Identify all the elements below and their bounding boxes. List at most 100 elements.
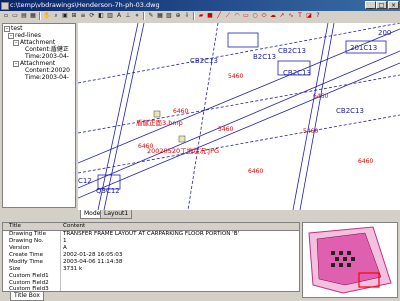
- measure-icon[interactable]: ⊥: [124, 12, 132, 20]
- table-row[interactable]: Modify Time 2003-04-06 11:14:38: [3, 259, 299, 266]
- dimension-label: 5460: [228, 73, 243, 80]
- markup-tree[interactable]: − test − red-lines − Attachment Content:盾健正…: [2, 23, 76, 208]
- row-key: Modify Time: [9, 259, 44, 265]
- row-value[interactable]: A: [63, 245, 67, 252]
- row-value[interactable]: 2002-01-28 16:05:03: [63, 252, 122, 259]
- beam-line: [78, 62, 400, 199]
- attachment-time[interactable]: Time:2003-04-: [25, 53, 69, 60]
- collapse-icon[interactable]: −: [8, 32, 14, 39]
- zoom-icon[interactable]: ⌕: [52, 12, 60, 20]
- zoom-window-icon[interactable]: ▣: [61, 12, 69, 20]
- tree-root-label: test: [11, 25, 23, 32]
- maximize-button[interactable]: □: [376, 1, 387, 9]
- markup-icon[interactable]: ✎: [147, 12, 155, 20]
- bottom-tabs: Title Box: [2, 292, 300, 301]
- properties-icon[interactable]: ▥: [106, 12, 114, 20]
- tab-layout1[interactable]: Layout1: [100, 210, 133, 219]
- grid-line: [187, 23, 219, 210]
- attachment-content[interactable]: Content:20020: [25, 67, 70, 74]
- attachment-label: Attachment: [20, 60, 56, 67]
- table-row[interactable]: Drawing Title TRANSFER FRAME LAYOUT AT C…: [3, 231, 299, 238]
- export-icon[interactable]: ⇩: [183, 12, 191, 20]
- attachment-label[interactable]: 盾健正面3.bmp: [136, 118, 183, 127]
- table-row[interactable]: Size 3731 k: [3, 266, 299, 273]
- open-folder-icon[interactable]: ▭: [11, 12, 19, 20]
- drawing-label: C12: [78, 177, 92, 185]
- attachment-marker[interactable]: 20020520工地状况.JPG: [147, 135, 219, 155]
- drawing-canvas[interactable]: CB2C13 B2C13 CB2C13 CB2C13 201C13 200 C1…: [78, 23, 400, 210]
- drawing-label: B2C13: [253, 53, 276, 61]
- tree-root[interactable]: − test: [4, 25, 23, 32]
- row-key: Size: [9, 266, 21, 272]
- new-file-icon[interactable]: ▫: [2, 12, 10, 20]
- drawing-thumbnail[interactable]: [302, 222, 398, 298]
- toolbar: ▫ ▭ ▤ ▦ ✋ ⌕ ▣ ⊞ ≡ ⟳ ◧ ▥ A ⊥ ⋄ ✎ ▦ ▧ ⊕ ⇩ …: [0, 11, 400, 21]
- row-value[interactable]: 2003-04-06 11:14:38: [63, 259, 122, 266]
- red-rectangle-icon[interactable]: ▭: [242, 12, 250, 20]
- cad-drawing[interactable]: CB2C13 B2C13 CB2C13 CB2C13 201C13 200 C1…: [78, 23, 400, 210]
- row-value[interactable]: 3731 k: [63, 266, 82, 273]
- minimize-button[interactable]: _: [365, 1, 376, 9]
- red-save-icon[interactable]: ■: [206, 12, 214, 20]
- red-line-icon[interactable]: ╱: [215, 12, 223, 20]
- red-arrow-icon[interactable]: ↗: [278, 12, 286, 20]
- collapse-icon[interactable]: −: [4, 25, 10, 32]
- drawing-label: 201C13: [350, 44, 377, 52]
- row-value[interactable]: 1: [63, 238, 67, 245]
- red-circle-icon[interactable]: ○: [251, 12, 259, 20]
- row-value[interactable]: TRANSFER FRAME LAYOUT AT CARPARKING FLOO…: [63, 231, 239, 238]
- attachment-icon[interactable]: [178, 135, 186, 143]
- red-arc-icon[interactable]: ◠: [233, 12, 241, 20]
- attachment-label[interactable]: 20020520工地状况.JPG: [147, 146, 219, 155]
- attachment-time[interactable]: Time:2003-04-: [25, 74, 69, 81]
- dimension-label: 6460: [358, 158, 373, 165]
- red-ellipse-icon[interactable]: ⬭: [260, 12, 268, 20]
- tree-attachment[interactable]: − Attachment: [13, 39, 55, 46]
- red-attachment-icon[interactable]: ◪: [305, 12, 313, 20]
- table-row[interactable]: Drawing No. 1: [3, 238, 299, 245]
- close-button[interactable]: ×: [388, 1, 399, 9]
- collapse-icon[interactable]: −: [13, 39, 19, 46]
- print-icon[interactable]: ▤: [20, 12, 28, 20]
- red-freehand-icon[interactable]: ∿: [287, 12, 295, 20]
- text-icon[interactable]: A: [115, 12, 123, 20]
- snap-icon[interactable]: ⋄: [133, 12, 141, 20]
- red-polyline-icon[interactable]: ⟋: [224, 12, 232, 20]
- table-row[interactable]: Version A: [3, 245, 299, 252]
- dimension-label: 6460: [248, 168, 263, 175]
- window-title: c:\temp\vbdrawings\Henderson-7h-ph-03.dw…: [10, 1, 160, 9]
- thumbnail-preview[interactable]: [303, 223, 397, 297]
- help-icon[interactable]: ?: [314, 12, 322, 20]
- red-text-icon[interactable]: T: [296, 12, 304, 20]
- tree-layer[interactable]: − red-lines: [8, 32, 41, 39]
- toggle-view-icon[interactable]: ◧: [97, 12, 105, 20]
- tree-attachment[interactable]: − Attachment: [13, 60, 55, 67]
- red-pen-icon[interactable]: ▰: [197, 12, 205, 20]
- grid-line: [78, 114, 400, 174]
- regen-icon[interactable]: ⟳: [88, 12, 96, 20]
- drawing-label: Q3C12: [96, 187, 120, 195]
- dimension-label: 6460: [313, 93, 328, 100]
- red-cloud-icon[interactable]: ☁: [269, 12, 277, 20]
- layout-icon[interactable]: ▧: [165, 12, 173, 20]
- title-bar: c:\temp\vbdrawings\Henderson-7h-ph-03.dw…: [0, 0, 400, 11]
- layers-icon[interactable]: ≡: [79, 12, 87, 20]
- row-key: Version: [9, 245, 30, 251]
- preview-icon[interactable]: ▦: [29, 12, 37, 20]
- zoom-extents-icon[interactable]: ⊞: [70, 12, 78, 20]
- attachment-icon[interactable]: [153, 110, 161, 118]
- row-key: Custom Field1: [9, 273, 49, 279]
- pan-icon[interactable]: ✋: [43, 12, 51, 20]
- drawing-label: CB2C13: [190, 57, 218, 65]
- grid-icon[interactable]: ▦: [156, 12, 164, 20]
- table-row[interactable]: Custom Field1: [3, 273, 299, 280]
- table-row[interactable]: Create Time 2002-01-28 16:05:03: [3, 252, 299, 259]
- tree-layer-label: red-lines: [15, 32, 41, 39]
- row-key: Create Time: [9, 252, 44, 258]
- attach-icon[interactable]: ⊕: [174, 12, 182, 20]
- collapse-icon[interactable]: −: [13, 60, 19, 67]
- attachment-content[interactable]: Content:盾健正: [25, 46, 69, 53]
- dimension-label: 6460: [173, 108, 188, 115]
- row-key: Drawing No.: [9, 238, 44, 244]
- drawing-label: CB2C13: [278, 47, 306, 55]
